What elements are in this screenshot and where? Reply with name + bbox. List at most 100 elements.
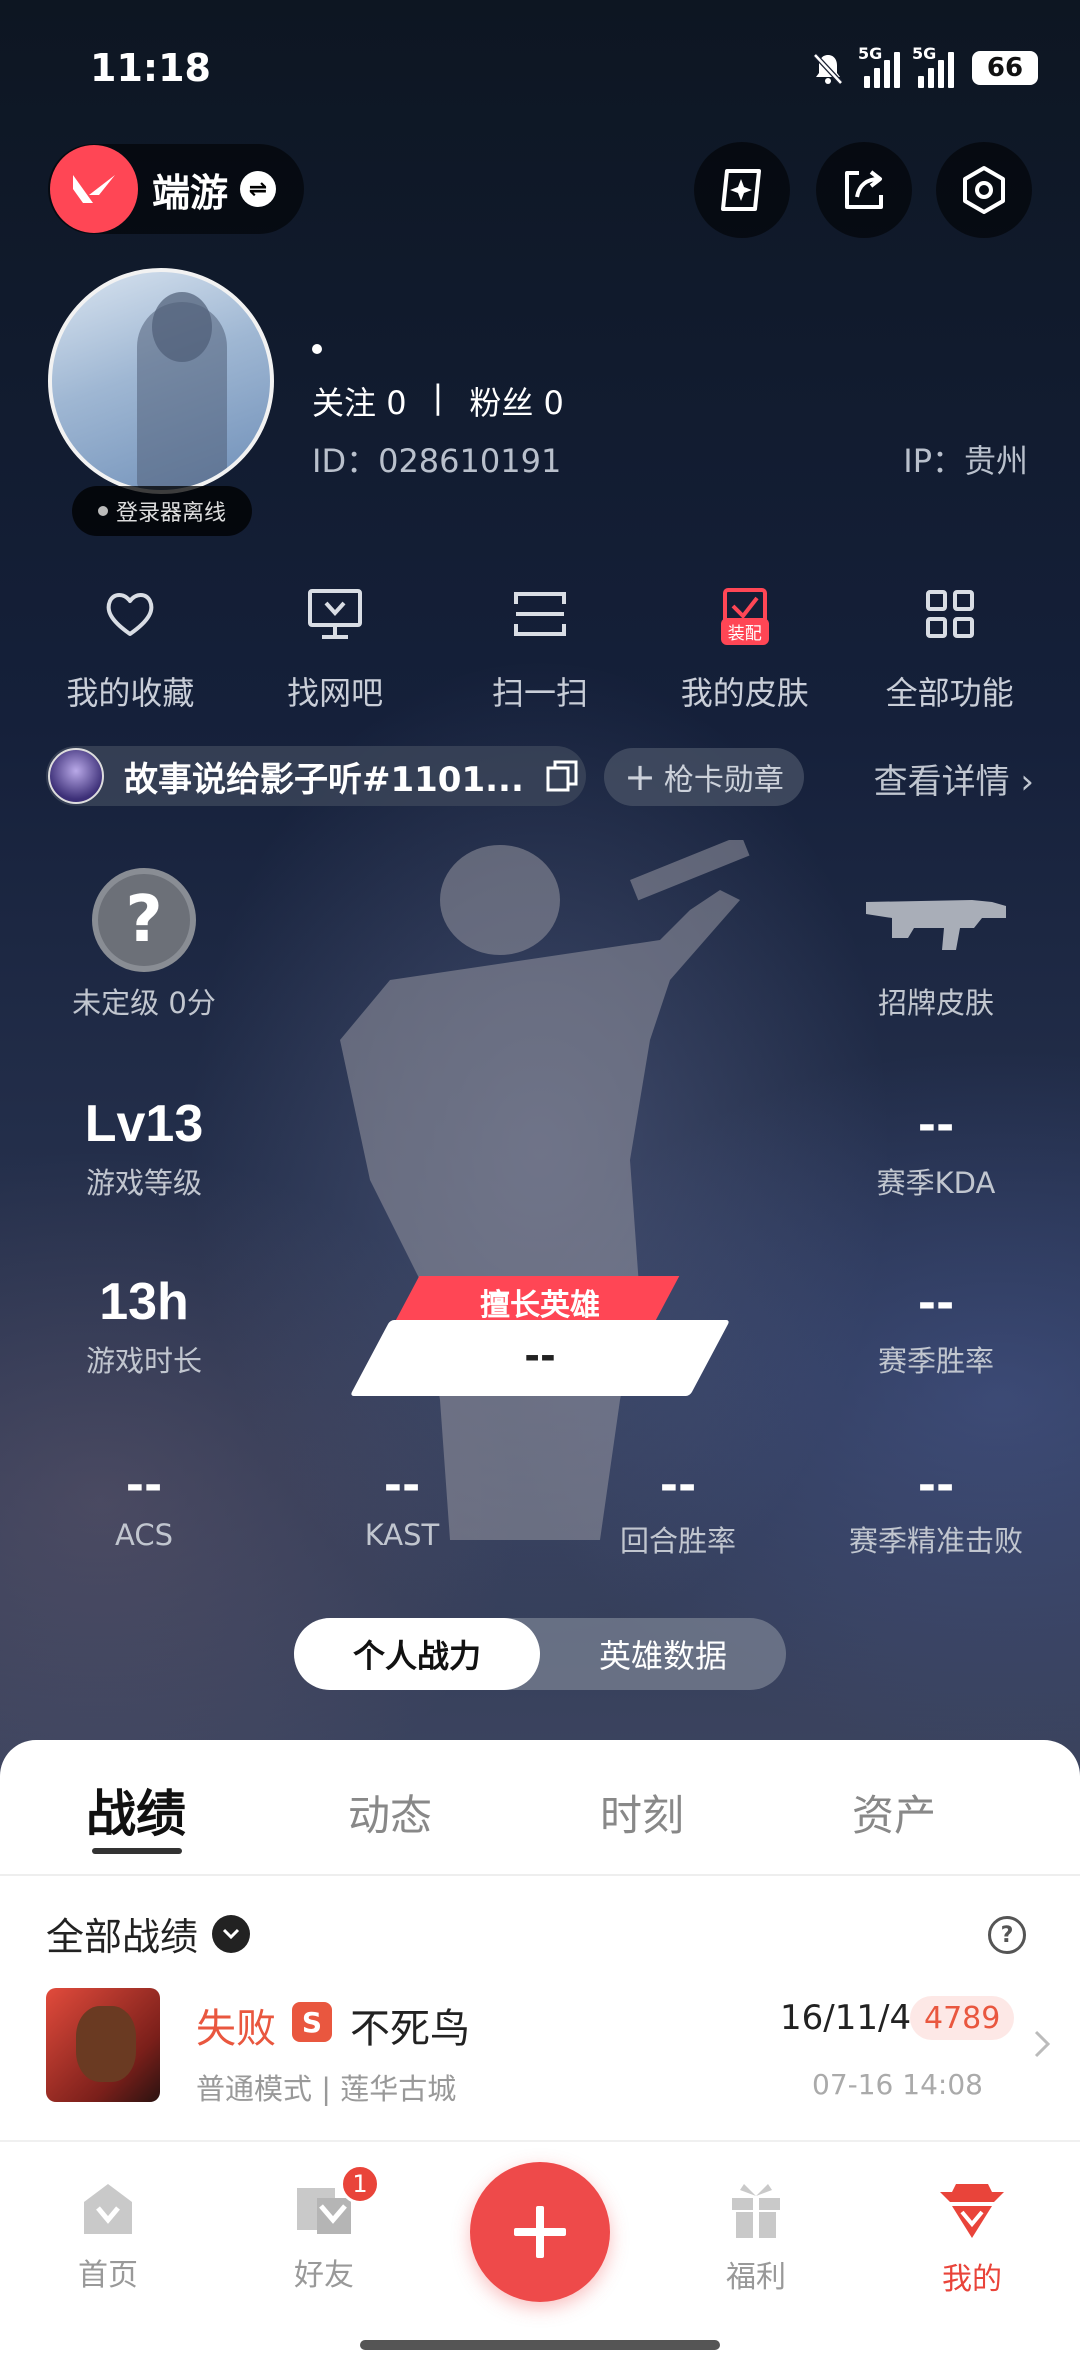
status-icons: 5G 5G 66: [810, 44, 1038, 88]
equip-badge: 装配: [720, 618, 769, 645]
round-winrate-value: --: [659, 1460, 697, 1511]
share-icon: [845, 170, 883, 209]
season-headshots-value: --: [917, 1460, 955, 1511]
my-skins-button[interactable]: 装配 我的皮肤: [650, 584, 840, 714]
toggle-hero-data[interactable]: 英雄数据: [540, 1618, 786, 1690]
best-hero-value: --: [524, 1334, 556, 1378]
match-row[interactable]: 失败 S 不死鸟 普通模式 | 莲华古城 16/11/4 4789 07-16 …: [0, 1988, 1080, 2112]
season-winrate-label: 赛季胜率: [877, 1344, 994, 1378]
signal-icon: 5G: [912, 44, 954, 88]
home-indicator: [360, 2340, 720, 2350]
stats-mode-toggle: 个人战力 英雄数据: [294, 1618, 786, 1690]
card-medal-button[interactable]: + 枪卡勋章: [604, 748, 804, 806]
match-time: 07-16 14:08: [812, 2068, 983, 2101]
friends-badge: 1: [340, 2164, 380, 2204]
heart-icon: [100, 584, 160, 644]
season-winrate-value: --: [917, 1278, 955, 1329]
settings-hexagon-icon: [963, 166, 1005, 214]
agent-portrait: [46, 1988, 160, 2102]
create-post-button[interactable]: [470, 2162, 610, 2302]
acs-label: ACS: [115, 1518, 173, 1552]
game-level-value: Lv13: [84, 1095, 204, 1153]
fans-link[interactable]: 粉丝 0: [469, 378, 564, 424]
tab-indicator: [92, 1848, 182, 1854]
match-mode-map: 普通模式 | 莲华古城: [196, 2072, 457, 2106]
game-level-label: 游戏等级: [85, 1166, 202, 1200]
match-score: 4789: [910, 1996, 1015, 2040]
game-account-name: 故事说给影子听#1101...: [124, 759, 524, 800]
scan-icon: [510, 584, 570, 644]
avatar[interactable]: [48, 268, 274, 494]
network-type: 5G: [912, 44, 937, 63]
find-netcafe-button[interactable]: 找网吧: [240, 584, 430, 714]
rank-icon[interactable]: ?: [92, 868, 196, 972]
scan-button[interactable]: 扫一扫: [445, 584, 635, 714]
online-status-badge: 登录器离线: [72, 486, 252, 536]
help-icon[interactable]: ?: [988, 1916, 1026, 1954]
view-details-link[interactable]: 查看详情 ›: [874, 754, 1034, 803]
nav-welfare[interactable]: 福利: [676, 2180, 836, 2296]
sparkle-card-icon: [721, 169, 761, 211]
season-kda-value: --: [917, 1100, 955, 1151]
agent-profile-icon: [940, 2184, 1004, 2238]
favorites-button[interactable]: 我的收藏: [35, 584, 225, 714]
skin-icon: 装配: [715, 584, 775, 645]
signature-skin-gun-icon[interactable]: [862, 888, 1008, 952]
tab-moments[interactable]: 时刻: [600, 1782, 684, 1843]
nav-friends[interactable]: 1 好友: [244, 2164, 404, 2294]
toggle-personal-power[interactable]: 个人战力: [294, 1618, 540, 1690]
nickname: [312, 344, 322, 354]
kast-label: KAST: [364, 1518, 440, 1552]
settings-button[interactable]: [936, 142, 1032, 238]
network-type: 5G: [858, 44, 883, 63]
records-filter[interactable]: 全部战绩: [46, 1906, 251, 1961]
season-kda-label: 赛季KDA: [876, 1166, 996, 1200]
user-id: ID：028610191: [312, 442, 562, 480]
game-avatar: [48, 748, 104, 804]
home-icon: [84, 2184, 132, 2234]
rank-label: 未定级 0分: [72, 986, 216, 1020]
status-time: 11:18: [90, 46, 211, 90]
separator: |: [432, 378, 444, 416]
plus-icon: +: [624, 755, 656, 799]
chevron-right-icon: ›: [1020, 762, 1034, 802]
online-status-text: 登录器离线: [115, 501, 226, 526]
share-button[interactable]: [816, 142, 912, 238]
status-dot-icon: [97, 506, 108, 516]
game-account-pill[interactable]: 故事说给影子听#1101...: [46, 746, 586, 806]
chevron-down-icon: [212, 1914, 251, 1953]
chevron-right-icon: [1034, 2030, 1051, 2058]
agent-silhouette: [340, 840, 750, 1540]
nav-mine[interactable]: 我的: [892, 2180, 1052, 2298]
plus-icon: [514, 2206, 566, 2258]
gift-icon: [732, 2184, 780, 2238]
round-winrate-label: 回合胜率: [619, 1524, 736, 1558]
follow-link[interactable]: 关注 0: [312, 378, 407, 424]
acs-value: --: [125, 1460, 163, 1511]
all-features-button[interactable]: 全部功能: [855, 584, 1045, 714]
best-hero-label: 擅长英雄: [480, 1288, 600, 1323]
follow-stats: 关注 0 | 粉丝 0: [312, 378, 564, 424]
tab-feed[interactable]: 动态: [348, 1782, 432, 1843]
copy-icon[interactable]: [544, 758, 580, 794]
brand-label: 端游: [152, 170, 229, 215]
swap-icon: ⇌: [240, 171, 277, 207]
playtime-value: 13h: [99, 1273, 189, 1331]
quick-actions: 我的收藏 找网吧 扫一扫 装配 我的皮肤 全部功能: [0, 584, 1080, 714]
tab-assets[interactable]: 资产: [852, 1782, 936, 1843]
tab-records[interactable]: 战绩: [86, 1774, 186, 1846]
agent-name: 不死鸟: [350, 2006, 470, 2052]
nav-home[interactable]: 首页: [28, 2180, 188, 2294]
monitor-icon: [305, 584, 365, 644]
kast-value: --: [383, 1460, 421, 1511]
mute-bell-icon: [813, 53, 843, 85]
sparkle-card-button[interactable]: [694, 142, 790, 238]
playtime-label: 游戏时长: [85, 1344, 202, 1378]
best-hero-banner[interactable]: 擅长英雄 --: [349, 1276, 731, 1396]
grid-icon: [920, 584, 980, 644]
signature-skin-label: 招牌皮肤: [877, 986, 994, 1020]
game-switcher[interactable]: 端游 ⇌: [48, 144, 304, 234]
season-headshots-label: 赛季精准击败: [848, 1524, 1023, 1558]
battery-icon: 66: [972, 51, 1038, 85]
match-kda: 16/11/4: [780, 1998, 912, 2038]
